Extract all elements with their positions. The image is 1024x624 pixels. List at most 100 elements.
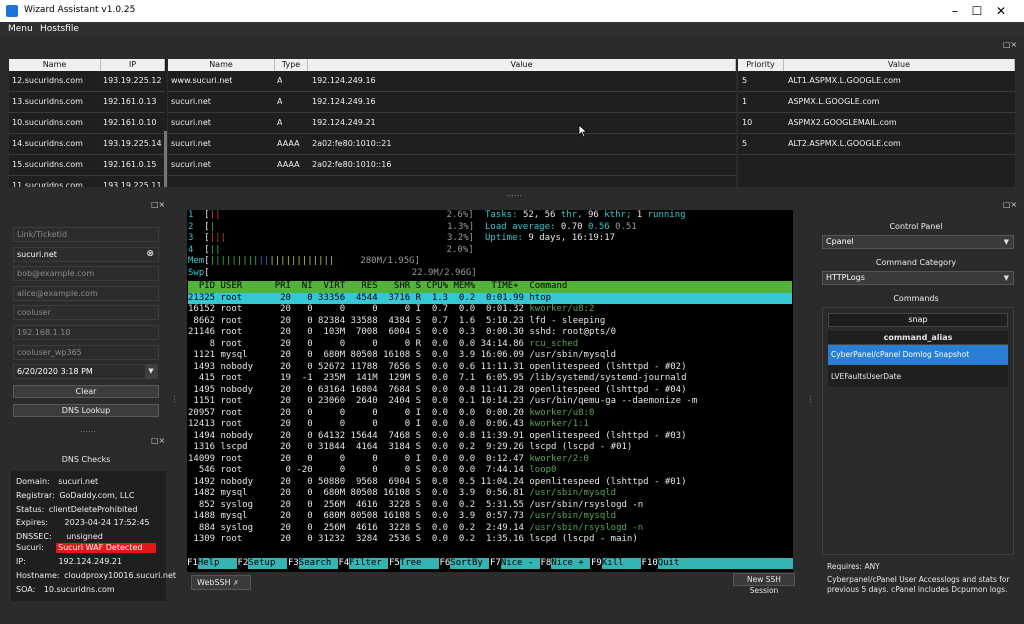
process-row[interactable]: 12413 root 20 0 0 0 0 I 0.0 0.0 0:06.43 …	[188, 419, 589, 431]
process-row[interactable]: 1482 mysql 20 0 680M 80508 16108 S 0.0 3…	[188, 488, 616, 500]
command-list-header[interactable]: command_alias	[828, 331, 1008, 345]
process-row[interactable]: 8662 root 20 0 82384 33588 4384 S 0.7 1.…	[188, 316, 605, 328]
menu-item-hostsfile[interactable]: Hostsfile	[40, 24, 79, 34]
new-ssh-session-button[interactable]: New SSH Session	[733, 573, 795, 595]
panel-undock-icon[interactable]: □×	[151, 200, 165, 209]
table-row[interactable]: sucuri.net AAAA 2a02:fe80:1010::21	[168, 134, 736, 155]
process-row[interactable]: 415 root 19 -1 235M 141M 129M S 0.0 7.1 …	[188, 373, 687, 385]
close-button[interactable]: ✕	[978, 0, 1024, 22]
username-field-2[interactable]: cooluser_wp365	[13, 345, 159, 360]
panel-undock-icon[interactable]: □×	[1003, 200, 1017, 209]
clear-button[interactable]: Clear	[13, 385, 159, 398]
process-row[interactable]: 852 syslog 20 0 256M 4616 3228 S 0.0 0.2…	[188, 500, 643, 512]
table-row[interactable]: 10 ASPMX2.GOOGLEMAIL.com	[738, 113, 1015, 134]
dns-lookup-button[interactable]: DNS Lookup	[13, 404, 159, 417]
process-row[interactable]: 8 root 20 0 0 0 0 R 0.0 0.0 34:14.86 rcu…	[188, 339, 578, 351]
email-field-2[interactable]: alice@example.com	[13, 286, 159, 301]
link-ticket-input[interactable]: Link/Ticketid	[13, 227, 159, 242]
close-tab-icon[interactable]: ✗	[233, 579, 239, 587]
menu-item-menu[interactable]: Menu	[8, 24, 33, 34]
function-key-help[interactable]: Help	[197, 558, 237, 569]
host-name: 11.sucuridns.com	[12, 181, 83, 187]
select-value: Cpanel	[826, 237, 854, 246]
table-row[interactable]: 14.sucuridns.com 193.19.225.14	[9, 134, 165, 155]
splitter-handle[interactable]: …	[172, 395, 181, 403]
process-row[interactable]: 1494 nobody 20 0 64132 15644 7468 S 0.0 …	[188, 431, 686, 443]
process-row[interactable]: 1488 mysql 20 0 680M 80508 16108 S 0.0 3…	[188, 511, 616, 523]
sucuri-waf-badge: Sucuri WAF Detected	[56, 543, 156, 553]
table-row[interactable]: sucuri.net AAAA 2a02:fe80:1010::16	[168, 155, 736, 176]
column-header-type[interactable]: Type	[275, 59, 308, 71]
table-row[interactable]: sucuri.net A 192.124.249.21	[168, 113, 736, 134]
process-row[interactable]: 1151 root 20 0 23060 2640 2404 S 0.0 0.1…	[188, 396, 697, 408]
function-key-quit[interactable]: Quit	[657, 558, 793, 569]
process-row[interactable]: 21146 root 20 0 103M 7008 6004 S 0.0 0.3…	[188, 327, 616, 339]
table-row[interactable]: 12.sucuridns.com 193.19.225.12	[9, 71, 165, 92]
splitter-handle[interactable]: ……	[506, 189, 522, 198]
command-category-select[interactable]: HTTPLogs ▼	[822, 271, 1014, 285]
process-row[interactable]: 884 syslog 20 0 256M 4616 3228 S 0.0 0.2…	[188, 523, 643, 535]
cpu-meter-1: 1 [|| 2.6%]	[188, 210, 474, 220]
table-row[interactable]: www.sucuri.net A 192.124.249.16	[168, 71, 736, 92]
chevron-down-icon: ▼	[1003, 274, 1009, 282]
process-row[interactable]: 1121 mysql 20 0 680M 80508 16108 S 0.0 3…	[188, 350, 616, 362]
record-name: sucuri.net	[171, 139, 211, 148]
domain-input[interactable]: sucuri.net ⊗	[13, 247, 159, 262]
table-row[interactable]: sucuri.net A 192.124.249.16	[168, 92, 736, 113]
process-row[interactable]: 20957 root 20 0 0 0 0 I 0.0 0.0 0:00.20 …	[188, 408, 594, 420]
command-item[interactable]: LVEFaultsUserDate	[828, 367, 1008, 387]
command-item-selected[interactable]: CyberPanel/cPanel Domlog Snapshot	[828, 345, 1008, 365]
chevron-down-icon[interactable]: ▼	[145, 365, 157, 378]
function-key-nice[interactable]: Nice +	[551, 558, 591, 569]
ip-field[interactable]: 192.168.1.10	[13, 325, 159, 340]
table-row[interactable]: 13.sucuridns.com 192.161.0.13	[9, 92, 165, 113]
function-key-filter[interactable]: Filter	[349, 558, 389, 569]
function-key-setup[interactable]: Setup	[248, 558, 288, 569]
clear-field-icon[interactable]: ⊗	[146, 248, 154, 261]
function-key-kill[interactable]: Kill	[601, 558, 641, 569]
table-row[interactable]: 10.sucuridns.com 192.161.0.10	[9, 113, 165, 134]
function-key-tree[interactable]: Tree	[399, 558, 439, 569]
control-panel-select[interactable]: Cpanel ▼	[822, 235, 1014, 249]
process-row[interactable]: 14099 root 20 0 0 0 0 I 0.0 0.0 0:12.47 …	[188, 454, 589, 466]
record-value: 2a02:fe80:1010::21	[312, 139, 392, 148]
function-key-number: F7	[490, 558, 501, 568]
datetime-picker[interactable]: 6/20/2020 3:18 PM ▼	[13, 364, 158, 379]
ssh-terminal[interactable]: 1 [|| 2.6%] 2 [| 1.3%] 3 [||| 3.2%] 4 [|| 2.…	[187, 210, 793, 572]
select-value: HTTPLogs	[826, 273, 865, 282]
column-header-name[interactable]: Name	[9, 59, 101, 71]
dns-checks-title: DNS Checks	[61, 455, 111, 464]
process-row[interactable]: 1309 root 20 0 31232 3284 2536 S 0.0 0.2…	[188, 534, 637, 546]
column-header-value[interactable]: Value	[784, 59, 1015, 71]
command-search-input[interactable]: snap	[828, 313, 1008, 327]
selected-process-row[interactable]: 21325 root 20 0 33356 4544 3716 R 1.3 0.…	[188, 292, 792, 304]
column-header-priority[interactable]: Priority	[738, 59, 784, 71]
tab-webssh[interactable]: WebSSH ✗	[191, 575, 251, 590]
function-key-nice[interactable]: Nice -	[500, 558, 540, 569]
username-field[interactable]: cooluser	[13, 305, 159, 320]
process-row[interactable]: 16152 root 20 0 0 0 0 I 0.7 0.0 0:01.32 …	[188, 304, 594, 316]
panel-undock-icon[interactable]: □×	[1003, 40, 1017, 49]
panel-undock-icon[interactable]: □×	[151, 436, 165, 445]
table-row[interactable]: 1 ASPMX.L.GOOGLE.com	[738, 92, 1015, 113]
table-row[interactable]: 11.sucuridns.com 193.19.225.11	[9, 176, 165, 187]
scrollbar-thumb[interactable]	[164, 131, 167, 187]
splitter-handle[interactable]: ……	[80, 425, 96, 434]
process-row[interactable]: 1495 nobody 20 0 63164 16804 7684 S 0.0 …	[188, 385, 686, 397]
process-row[interactable]: 1493 nobody 20 0 52672 11788 7656 S 0.0 …	[188, 362, 686, 374]
column-header-name[interactable]: Name	[168, 59, 275, 71]
function-key-search[interactable]: Search	[298, 558, 338, 569]
function-key-number: F9	[591, 558, 602, 568]
splitter-handle[interactable]: …	[808, 395, 817, 403]
table-row[interactable]: 15.sucuridns.com 192.161.0.15	[9, 155, 165, 176]
process-row[interactable]: 546 root 0 -20 0 0 0 S 0.0 0.0 7:44.14 l…	[188, 465, 557, 477]
function-key-sortby[interactable]: SortBy	[450, 558, 490, 569]
email-field-1[interactable]: bob@example.com	[13, 266, 159, 281]
process-row[interactable]: 1316 lscpd 20 0 31844 4164 3184 S 0.0 0.…	[188, 442, 632, 454]
dns-row-registrar: Registrar: GoDaddy.com, LLC	[16, 491, 135, 500]
column-header-ip[interactable]: IP	[101, 59, 165, 71]
process-row[interactable]: 1492 nobody 20 0 50880 9568 6904 S 0.0 0…	[188, 477, 686, 489]
column-header-value[interactable]: Value	[308, 59, 736, 71]
table-row[interactable]: 5 ALT2.ASPMX.L.GOOGLE.com	[738, 134, 1015, 155]
table-row[interactable]: 5 ALT1.ASPMX.L.GOOGLE.com	[738, 71, 1015, 92]
